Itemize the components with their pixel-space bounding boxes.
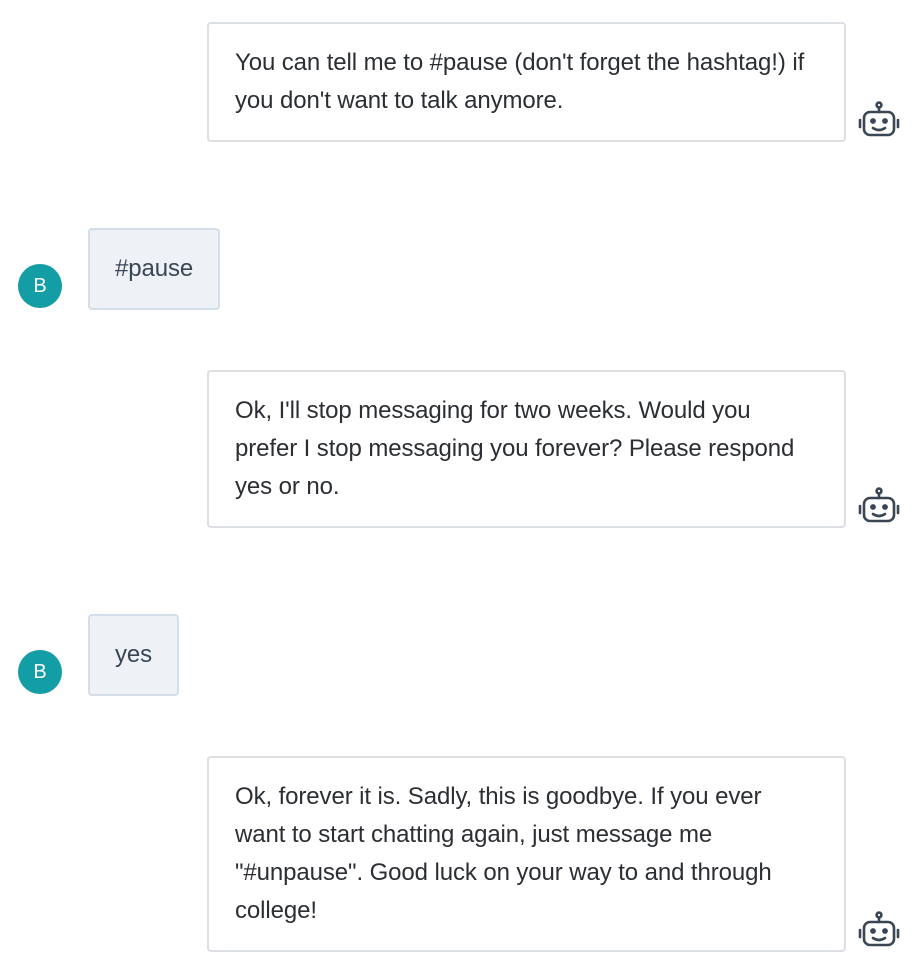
message-text: You can tell me to #pause (don't forget … [235, 49, 805, 114]
bot-message: Ok, forever it is. Sadly, this is goodby… [207, 756, 846, 952]
bot-message: You can tell me to #pause (don't forget … [207, 22, 846, 142]
bot-message: Ok, I'll stop messaging for two weeks. W… [207, 370, 846, 528]
robot-icon [858, 101, 900, 141]
robot-icon [858, 487, 900, 527]
user-avatar: B [18, 264, 62, 308]
message-text: Ok, I'll stop messaging for two weeks. W… [235, 397, 795, 500]
message-text: Ok, forever it is. Sadly, this is goodby… [235, 783, 772, 924]
message-text: yes [115, 641, 153, 668]
user-message: yes [88, 614, 180, 696]
user-avatar: B [18, 650, 62, 694]
message-text: #pause [115, 255, 194, 282]
user-message: #pause [88, 228, 221, 310]
robot-icon [858, 911, 900, 951]
